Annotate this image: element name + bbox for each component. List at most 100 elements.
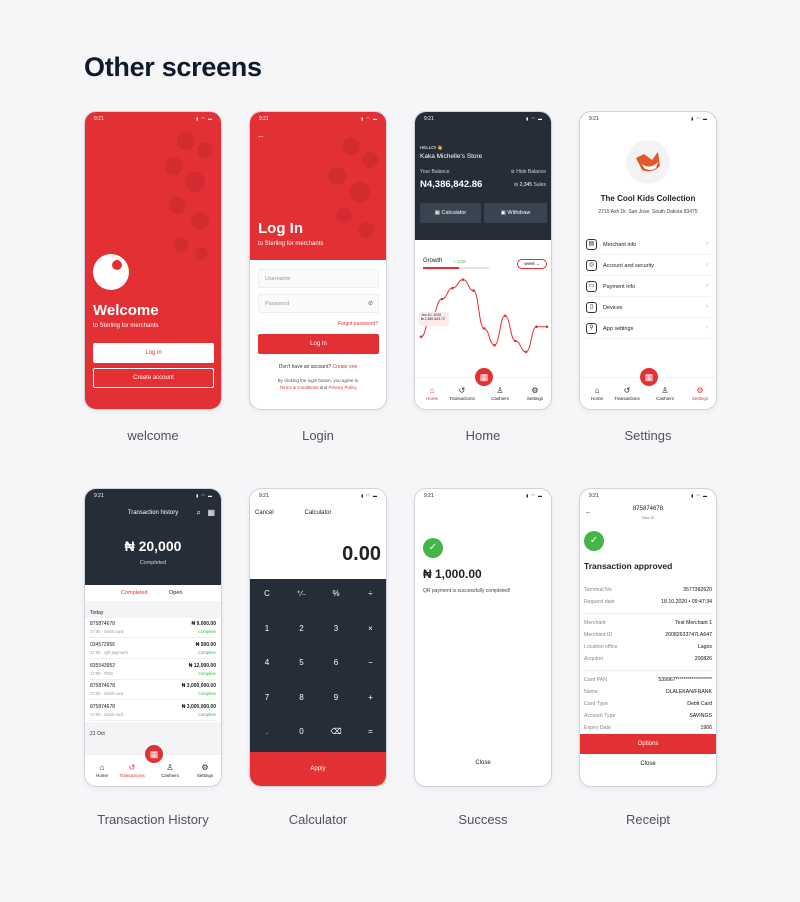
store-address: 2715 Ash Dr. San Jose, South Dakota 8347… xyxy=(598,209,698,215)
close-button[interactable]: Close xyxy=(580,761,716,767)
password-input[interactable]: Password ⊘ xyxy=(258,294,379,313)
tab-cashiers[interactable]: ♙ Cashiers xyxy=(487,386,513,401)
options-button[interactable]: Options xyxy=(580,734,716,754)
status-bar: 9:21 ▮ ◠ ▬ xyxy=(424,493,543,499)
history-screen: 9:21 ▮ ◠ ▬ Transaction history ⌕ ▦ ₦ 20,0… xyxy=(84,488,222,787)
login-button[interactable]: Log in xyxy=(93,343,214,363)
table-row[interactable]: 875874678 17:00 - Debit card ₦ 9,000.00 Com… xyxy=(89,618,217,638)
calc-key[interactable]: 9 xyxy=(319,693,353,702)
terms-link[interactable]: Terms & Conditions xyxy=(279,385,318,390)
tab-cashiers[interactable]: ♙ Cashiers xyxy=(652,386,678,401)
calc-key[interactable]: % xyxy=(319,589,353,598)
tab-transactions[interactable]: ↺ Transactions xyxy=(119,763,145,778)
calculator-button[interactable]: ▦ Calculator xyxy=(420,203,481,223)
calc-key[interactable]: × xyxy=(354,624,387,633)
center-action-button[interactable]: ▦ xyxy=(143,743,165,765)
calc-key[interactable]: + xyxy=(354,693,387,702)
tab-home[interactable]: ⌂ Home xyxy=(419,386,445,401)
receipt-label: Merchant xyxy=(584,620,606,626)
calc-key[interactable]: 6 xyxy=(319,658,353,667)
username-input[interactable]: Username xyxy=(258,269,379,288)
settings-item[interactable]: ◎ Account and security › xyxy=(586,256,710,276)
calc-key[interactable]: 4 xyxy=(250,658,284,667)
calc-key[interactable]: 5 xyxy=(285,658,319,667)
tab-transactions[interactable]: ↺ Transactions xyxy=(449,386,475,401)
growth-point xyxy=(461,278,465,281)
settings-item-icon: ▤ xyxy=(586,239,597,250)
table-row[interactable]: 835543952 17:00 - POS ₦ 12,000.00 Complete xyxy=(89,660,217,680)
calendar-icon[interactable]: ▦ xyxy=(207,508,215,517)
create-account-button[interactable]: Create account xyxy=(93,368,214,388)
settings-item[interactable]: ▭ Payment info › xyxy=(586,277,710,297)
center-action-button[interactable]: ▦ xyxy=(473,366,495,388)
calc-key[interactable]: 3 xyxy=(319,624,353,633)
check-icon: ✓ xyxy=(423,538,443,558)
table-row[interactable]: 875874678 17:00 - Debit card ₦ 3,000,000.0… xyxy=(89,680,217,701)
receipt-screen: 9:21 ▮ ◠ ▬ ← 875874678 Sale ID ✓ Transact… xyxy=(579,488,717,787)
transaction-id: 835543952 xyxy=(90,662,116,669)
tab-completed[interactable]: Completed xyxy=(121,590,148,596)
receipt-value: 3577362620 xyxy=(683,587,712,593)
receipt-value: Test Merchant 1 xyxy=(675,620,712,626)
calc-key[interactable]: 1 xyxy=(250,624,284,633)
history-total: ₦ 20,000 xyxy=(124,538,182,554)
transaction-meta: 17:00 - Debit card xyxy=(90,691,124,697)
calc-key[interactable]: C xyxy=(250,589,284,598)
transaction-status: Complete xyxy=(198,670,216,676)
apply-button[interactable]: Apply xyxy=(250,752,386,786)
withdraw-button[interactable]: ▣ Withdraw xyxy=(484,203,547,223)
transaction-status: Complete xyxy=(198,629,216,634)
calculator-screen: 9:21 ▮ ◠ ▬ Cancel Calculator 0.00 C ⁺∕₋% ÷ 1… xyxy=(249,488,387,787)
receipt-row: Account Type SAVINGS xyxy=(584,713,712,722)
tab-transactions[interactable]: ↺ Transactions xyxy=(614,386,640,401)
success-amount: ₦ 1,000.00 xyxy=(423,567,482,581)
calc-key[interactable]: = xyxy=(354,727,387,736)
tab-settings[interactable]: ⚙ Settings xyxy=(522,386,548,401)
search-icon[interactable]: ⌕ xyxy=(197,508,201,518)
privacy-link[interactable]: Privacy Policy xyxy=(329,385,357,390)
settings-item[interactable]: ▤ Merchant info › xyxy=(586,235,710,255)
create-one-link[interactable]: Create one xyxy=(333,364,358,370)
hide-balance-toggle[interactable]: ⊘ Hide Balance xyxy=(511,169,546,175)
table-row[interactable]: 034572956 17:00 - QR payment ₦ 500.00 Compl… xyxy=(89,639,217,659)
settings-item[interactable]: ⚲ App settings › xyxy=(586,319,710,339)
close-button[interactable]: Close xyxy=(415,760,551,766)
calc-key[interactable]: 0 xyxy=(285,727,319,736)
back-icon[interactable]: ← xyxy=(257,131,265,140)
tab-bar: ▦ ⌂ Home ↺ Transactions ♙ Cashiers ⚙ Setting… xyxy=(415,366,551,409)
tab-settings[interactable]: ⚙ Settings xyxy=(687,386,713,401)
center-action-button[interactable]: ▦ xyxy=(638,366,660,388)
transaction-status: Complete xyxy=(198,649,216,655)
calc-key[interactable]: . xyxy=(250,727,284,736)
calc-key[interactable]: ⌫ xyxy=(319,727,353,736)
settings-item[interactable]: ▯ Devices › xyxy=(586,298,710,318)
calc-key[interactable]: 7 xyxy=(250,693,284,702)
tab-bar: ▦ ⌂ Home ↺ Transactions ♙ Cashiers ⚙ Setting… xyxy=(580,366,716,409)
forgot-password-link[interactable]: Forgot password? xyxy=(338,321,378,327)
section-oct: 21 Oct xyxy=(90,731,105,737)
calc-key[interactable]: ÷ xyxy=(354,589,387,598)
growth-point xyxy=(482,327,486,330)
calc-key[interactable]: 2 xyxy=(285,624,319,633)
calc-key[interactable]: − xyxy=(354,658,387,667)
transaction-id: 875874678 xyxy=(90,704,116,711)
terms-text: By clicking the login button, you agree … xyxy=(277,378,359,383)
calc-key[interactable]: ⁺∕₋ xyxy=(285,589,319,598)
receipt-row: Expiry Date 1906 xyxy=(584,725,712,734)
transaction-amount: ₦ 3,000,000.00 xyxy=(181,704,216,711)
receipt-value: SAVINGS xyxy=(689,713,712,719)
tab-home[interactable]: ⌂ Home xyxy=(89,763,115,778)
tab-cashiers[interactable]: ♙ Cashiers xyxy=(157,763,183,778)
calc-key[interactable]: 8 xyxy=(285,693,319,702)
status-bar: 9:21 ▮ ◠ ▬ xyxy=(94,493,213,499)
table-row[interactable]: 875874678 17:00 - Debit card ₦ 3,000,000.0… xyxy=(89,701,217,722)
period-select[interactable]: week ⌄ xyxy=(517,259,547,269)
welcome-subtitle: to Sterling for merchants xyxy=(93,323,159,329)
tab-settings[interactable]: ⚙ Settings xyxy=(192,763,218,778)
login-submit-button[interactable]: Log In xyxy=(258,334,379,354)
history-icon: ↺ xyxy=(128,763,136,772)
gear-icon: ⚙ xyxy=(201,763,209,772)
eye-off-icon[interactable]: ⊘ xyxy=(368,300,373,307)
tab-open[interactable]: Open xyxy=(169,590,182,596)
tab-home[interactable]: ⌂ Home xyxy=(584,386,610,401)
